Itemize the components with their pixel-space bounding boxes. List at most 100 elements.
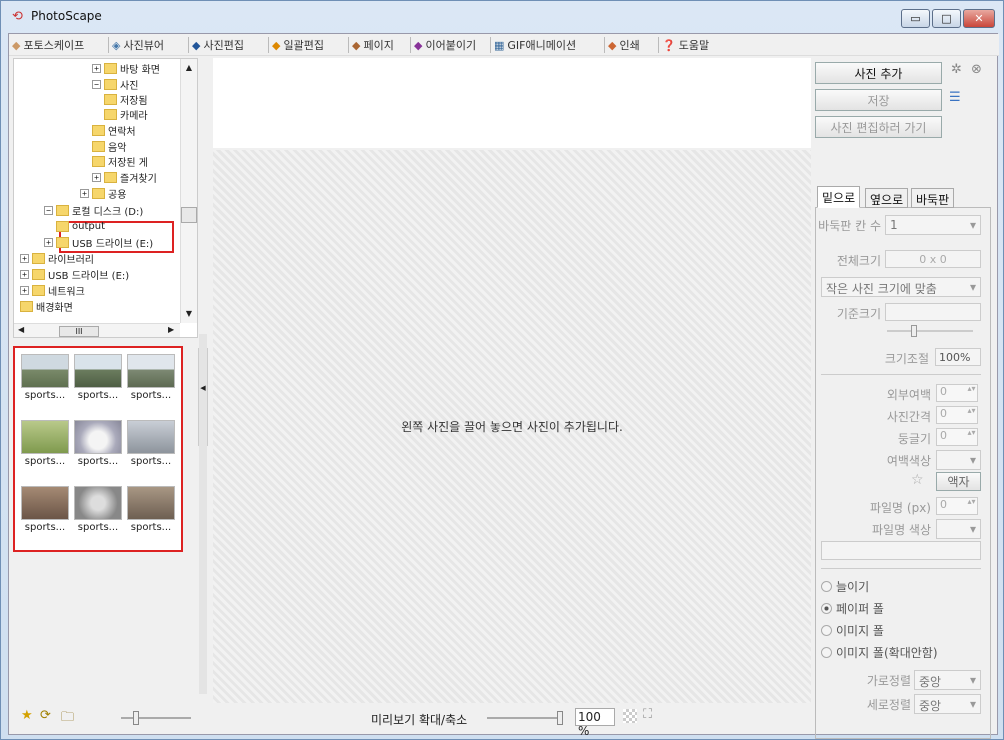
radio-circle[interactable] <box>821 625 832 636</box>
preview-strip[interactable] <box>213 58 811 148</box>
hscroll-thumb[interactable]: III <box>59 326 99 337</box>
tree-node[interactable]: + 즐겨찾기 <box>92 170 157 185</box>
tree-node[interactable]: + USB 드라이브 (E:) <box>44 235 153 250</box>
title-bar[interactable]: ⟲ PhotoScape ▭ □ ✕ <box>1 1 1003 33</box>
thumbnail-item[interactable]: sports... <box>21 486 69 536</box>
expand-toggle-icon[interactable]: + <box>92 63 101 73</box>
scroll-left-icon[interactable]: ◀ <box>18 325 24 334</box>
menu-icon[interactable]: ☰ <box>949 90 961 105</box>
expand-toggle-icon[interactable]: + <box>20 285 29 295</box>
thumbnail-item[interactable]: sports... <box>74 420 122 470</box>
thumbnail-image[interactable] <box>127 420 175 454</box>
fit-option-select[interactable]: 작은 사진 크기에 맞춤 <box>821 277 981 297</box>
folder-tree[interactable]: ▲ ▼ ◀ III ▶ + 바탕 화면 − 사진 저장됨 카메라 연락처 음악 저장된 게 + 즐겨… <box>13 58 198 338</box>
h-align-select[interactable]: 중앙 <box>914 670 981 690</box>
canvas-area[interactable]: 왼쪽 사진을 끌어 놓으면 사진이 추가됩니다. <box>213 58 811 703</box>
expand-toggle-icon[interactable]: + <box>80 188 89 198</box>
expand-toggle-icon[interactable]: − <box>92 79 101 89</box>
menu-combine[interactable]: ◆ 이어붙이기 <box>414 36 476 54</box>
tree-node[interactable]: 배경화면 <box>20 299 73 314</box>
tree-node[interactable]: 저장된 게 <box>92 154 148 169</box>
rotate-icon[interactable]: ⟳ <box>40 708 51 723</box>
menu-print[interactable]: ◆ 인쇄 <box>608 36 640 54</box>
tree-node[interactable]: + USB 드라이브 (E:) <box>20 267 129 282</box>
round-spinner[interactable]: 0 <box>936 428 978 446</box>
folder-icon[interactable]: 🗀 <box>61 708 74 730</box>
zoom-slider[interactable] <box>487 711 563 725</box>
save-button[interactable]: 저장 <box>815 89 942 111</box>
expand-toggle-icon[interactable]: + <box>44 237 53 247</box>
scroll-up-icon[interactable]: ▲ <box>181 63 197 72</box>
thumbnail-image[interactable] <box>74 420 122 454</box>
thumb-size-slider[interactable] <box>121 711 191 725</box>
tree-node[interactable]: + 공용 <box>80 186 126 201</box>
tree-vscrollbar[interactable]: ▲ ▼ <box>180 59 197 323</box>
expand-toggle-icon[interactable]: + <box>92 172 101 182</box>
menu-viewer[interactable]: ◈ 사진뷰어 <box>112 36 164 54</box>
margin-color-picker[interactable] <box>936 450 981 470</box>
fit-mode-radio[interactable]: 이미지 폴(확대안함) <box>821 644 938 661</box>
zoom-value-field[interactable]: 100 % <box>575 708 615 738</box>
slider-thumb[interactable] <box>133 711 139 725</box>
thumbnail-image[interactable] <box>127 354 175 388</box>
size-adjust-field[interactable]: 100% <box>935 348 981 366</box>
filename-color-picker[interactable] <box>936 519 981 539</box>
maximize-button[interactable]: □ <box>932 9 961 28</box>
thumbnail-image[interactable] <box>127 486 175 520</box>
fit-mode-radio[interactable]: 페이퍼 폴 <box>821 600 884 617</box>
menu-batch[interactable]: ◆ 일괄편집 <box>272 36 324 54</box>
tab-below[interactable]: 밑으로 <box>817 186 861 208</box>
close-button[interactable]: ✕ <box>963 9 995 28</box>
thumbnail-image[interactable] <box>74 486 122 520</box>
thumbnail-item[interactable]: sports... <box>21 420 69 470</box>
thumbnail-item[interactable]: sports... <box>127 420 175 470</box>
thumbnail-image[interactable] <box>21 420 69 454</box>
scroll-down-icon[interactable]: ▼ <box>181 309 197 318</box>
thumbnail-item[interactable]: sports... <box>74 354 122 404</box>
fit-mode-radio[interactable]: 이미지 폴 <box>821 622 884 639</box>
tree-node[interactable]: 저장됨 <box>104 92 148 107</box>
tree-node[interactable]: 연락처 <box>92 123 136 138</box>
add-photo-button[interactable]: 사진 추가 <box>815 62 942 84</box>
thumbnail-image[interactable] <box>21 354 69 388</box>
transparency-icon[interactable] <box>623 709 637 723</box>
star-icon[interactable]: ☆ <box>911 472 924 488</box>
base-size-field[interactable] <box>885 303 981 321</box>
thumbnail-item[interactable]: sports... <box>21 354 69 404</box>
slider-thumb[interactable] <box>911 325 917 337</box>
menu-editor[interactable]: ◆ 사진편집 <box>192 36 244 54</box>
tree-node[interactable]: + 라이브러리 <box>20 251 94 266</box>
thumbnail-image[interactable] <box>74 354 122 388</box>
outer-margin-spinner[interactable]: 0 <box>936 384 978 402</box>
tree-node[interactable]: output <box>56 219 105 233</box>
settings-icon[interactable]: ✲ <box>951 62 962 77</box>
tree-hscrollbar[interactable]: ◀ III ▶ <box>14 323 180 337</box>
expand-toggle-icon[interactable]: + <box>20 269 29 279</box>
go-edit-button[interactable]: 사진 편집하러 가기 <box>815 116 942 138</box>
tree-node[interactable]: 카메라 <box>104 107 148 122</box>
photo-gap-spinner[interactable]: 0 <box>936 406 978 424</box>
filename-text-field[interactable] <box>821 541 981 560</box>
thumbnail-panel[interactable]: sports... sports... sports... sports... spor… <box>13 346 183 552</box>
radio-circle[interactable] <box>821 603 832 614</box>
menu-gif[interactable]: ▦ GIF애니메이션 <box>494 36 576 54</box>
filename-spinner[interactable]: 0 <box>936 497 978 515</box>
tree-node[interactable]: − 로컬 디스크 (D:) <box>44 203 143 218</box>
scroll-right-icon[interactable]: ▶ <box>168 325 174 334</box>
menu-photoscape[interactable]: ◆ 포토스케이프 <box>12 36 84 54</box>
scroll-thumb[interactable] <box>181 207 197 223</box>
frame-button[interactable]: 액자 <box>936 472 981 491</box>
grid-count-select[interactable]: 1 <box>885 215 981 235</box>
menu-page[interactable]: ◆ 페이지 <box>352 36 394 54</box>
tree-node[interactable]: + 바탕 화면 <box>92 61 160 76</box>
thumbnail-item[interactable]: sports... <box>74 486 122 536</box>
tree-node[interactable]: 음악 <box>92 139 126 154</box>
expand-toggle-icon[interactable]: + <box>20 253 29 263</box>
favorite-icon[interactable]: ★ <box>21 708 33 723</box>
radio-circle[interactable] <box>821 581 832 592</box>
fit-mode-radio[interactable]: 늘이기 <box>821 578 869 595</box>
thumbnail-item[interactable]: sports... <box>127 486 175 536</box>
thumbnail-image[interactable] <box>21 486 69 520</box>
minimize-button[interactable]: ▭ <box>901 9 930 28</box>
slider-thumb[interactable] <box>557 711 563 725</box>
